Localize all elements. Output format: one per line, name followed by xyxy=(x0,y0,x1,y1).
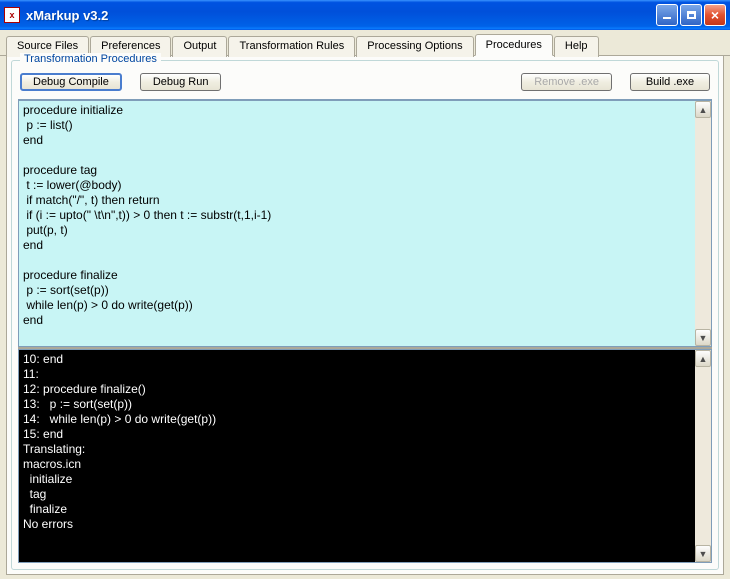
scroll-up-icon[interactable]: ▲ xyxy=(695,350,711,367)
debug-compile-button[interactable]: Debug Compile xyxy=(20,73,122,91)
button-row: Debug Compile Debug Run Remove .exe Buil… xyxy=(18,71,712,99)
tab-procedures[interactable]: Procedures xyxy=(475,34,553,56)
groupbox-legend: Transformation Procedures xyxy=(20,53,161,65)
close-button[interactable]: × xyxy=(704,4,726,26)
editor-scrollbar[interactable]: ▲ ▼ xyxy=(695,100,712,347)
output-console[interactable]: 10: end 11: 12: procedure finalize() 13:… xyxy=(18,349,695,563)
procedures-groupbox: Transformation Procedures Debug Compile … xyxy=(11,60,719,570)
scroll-track[interactable] xyxy=(695,118,711,329)
output-scrollbar[interactable]: ▲ ▼ xyxy=(695,349,712,563)
tab-transformation-rules[interactable]: Transformation Rules xyxy=(228,36,355,57)
tab-output[interactable]: Output xyxy=(172,36,227,57)
app-icon: x xyxy=(4,7,20,23)
scroll-down-icon[interactable]: ▼ xyxy=(695,329,711,346)
maximize-button[interactable] xyxy=(680,4,702,26)
window-buttons: × xyxy=(656,4,726,26)
build-exe-button[interactable]: Build .exe xyxy=(630,73,710,91)
output-pane: 10: end 11: 12: procedure finalize() 13:… xyxy=(18,347,712,563)
tab-processing-options[interactable]: Processing Options xyxy=(356,36,473,57)
editor-pane: procedure initialize p := list() end pro… xyxy=(18,99,712,347)
tab-body: Transformation Procedures Debug Compile … xyxy=(6,56,724,575)
scroll-up-icon[interactable]: ▲ xyxy=(695,101,711,118)
scroll-track[interactable] xyxy=(695,367,711,545)
window-title: xMarkup v3.2 xyxy=(26,8,656,23)
debug-run-button[interactable]: Debug Run xyxy=(140,73,222,91)
minimize-button[interactable] xyxy=(656,4,678,26)
source-editor[interactable]: procedure initialize p := list() end pro… xyxy=(18,100,695,347)
scroll-down-icon[interactable]: ▼ xyxy=(695,545,711,562)
tab-help[interactable]: Help xyxy=(554,36,599,57)
titlebar: x xMarkup v3.2 × xyxy=(0,0,730,30)
remove-exe-button: Remove .exe xyxy=(521,73,612,91)
